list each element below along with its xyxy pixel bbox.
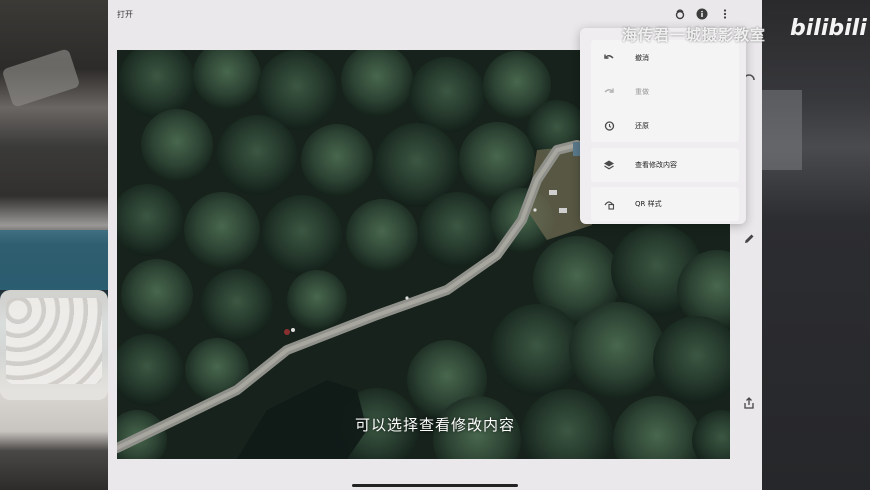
video-subtitle: 可以选择查看修改内容: [354, 416, 515, 434]
menu-item-label: 撤消: [635, 54, 649, 62]
open-button[interactable]: 打开: [117, 9, 133, 20]
layers-icon: [603, 159, 615, 171]
restore-icon: [603, 120, 615, 132]
view-edits-card: 查看修改内容: [591, 148, 739, 182]
menu-item-undo[interactable]: 撤消: [591, 42, 739, 74]
menu-item-label: 还原: [635, 122, 649, 130]
edit-pencil-icon[interactable]: [742, 232, 756, 246]
undo-icon: [603, 52, 615, 64]
bilibili-logo: bilibili: [790, 16, 867, 41]
menu-item-label: QR 样式: [635, 200, 662, 208]
menu-item-restore[interactable]: 还原: [591, 110, 739, 142]
looks-icon[interactable]: [674, 8, 686, 20]
redo-icon: [603, 86, 615, 98]
home-indicator[interactable]: [352, 484, 518, 487]
channel-watermark: 海传君一城摄影教室: [622, 26, 767, 44]
menu-item-qr-style[interactable]: QR 样式: [591, 188, 739, 220]
history-menu-card: 撤消 重做 还原: [591, 40, 739, 142]
info-icon[interactable]: [696, 8, 708, 20]
share-icon[interactable]: [742, 396, 756, 410]
menu-item-label: 查看修改内容: [635, 161, 677, 169]
menu-item-view-edits[interactable]: 查看修改内容: [591, 149, 739, 181]
menu-item-label: 重做: [635, 88, 649, 96]
qr-style-icon: [603, 198, 615, 210]
more-vert-icon[interactable]: [719, 8, 731, 20]
screen: 打开 撤消 重做 还原 查看修改内容 QR 样式 海传君一城摄影教室 bilib…: [0, 0, 870, 490]
menu-item-redo[interactable]: 重做: [591, 76, 739, 108]
qr-style-card: QR 样式: [591, 187, 739, 221]
